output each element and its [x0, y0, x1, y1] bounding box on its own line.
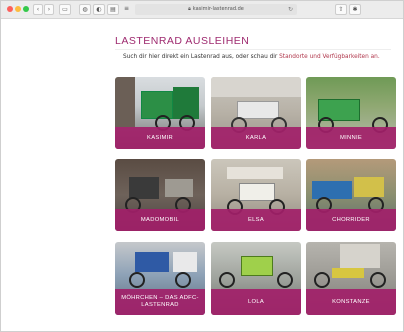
page-title: LASTENRAD AUSLEIHEN: [115, 35, 250, 47]
lock-icon: 🔒︎: [188, 6, 191, 12]
share-button[interactable]: ⇧: [335, 4, 347, 15]
bike-name: CHORRIDER: [332, 216, 370, 223]
address-text: kasimir-lastenrad.de: [192, 6, 244, 12]
bike-card-karla[interactable]: KARLA: [211, 77, 301, 149]
bike-name: KASIMIR: [147, 134, 173, 141]
chevron-right-icon: ›: [47, 6, 51, 13]
card-icon: ▤: [110, 6, 116, 13]
bike-card-madomobil[interactable]: MADOMOBIL: [115, 159, 205, 231]
extension-button[interactable]: ◐: [93, 4, 105, 15]
sidebar-icon: ▭: [62, 6, 68, 13]
privacy-button[interactable]: ◍: [79, 4, 91, 15]
bike-name: KARLA: [245, 134, 267, 141]
back-button[interactable]: ‹: [33, 4, 43, 15]
bike-name: ELSA: [247, 216, 265, 223]
address-bar[interactable]: 🔒︎ kasimir-lastenrad.de ↻: [135, 4, 297, 15]
intro-text: Such dir hier direkt ein Lastenrad aus, …: [123, 54, 278, 60]
reader-button[interactable]: ≡: [121, 4, 132, 15]
close-window-button[interactable]: [7, 6, 13, 12]
extension-button-2[interactable]: ▤: [107, 4, 119, 15]
bike-name: MADOMOBIL: [140, 216, 180, 223]
reload-icon[interactable]: ↻: [288, 4, 293, 15]
bike-name: LOLA: [247, 298, 265, 305]
gear-icon: ✱: [352, 6, 358, 13]
bike-card-chorrider[interactable]: CHORRIDER: [306, 159, 396, 231]
sidebar-button[interactable]: ▭: [59, 4, 71, 15]
bike-name: MINNIE: [339, 134, 363, 141]
bike-card-elsa[interactable]: ELSA: [211, 159, 301, 231]
zoom-window-button[interactable]: [23, 6, 29, 12]
bike-card-konstanze[interactable]: KONSTANZE: [306, 242, 396, 315]
intro-paragraph: Such dir hier direkt ein Lastenrad aus, …: [123, 54, 393, 60]
bike-card-minnie[interactable]: MINNIE: [306, 77, 396, 149]
minimize-window-button[interactable]: [15, 6, 21, 12]
reader-lines-icon: ≡: [123, 5, 130, 12]
browser-window: ‹ › ▭ ◍ ◐ ▤ ≡ 🔒︎ kasimir-lastenrad.de ↻ ⇧…: [0, 0, 404, 332]
half-moon-icon: ◐: [96, 6, 102, 13]
browser-toolbar: ‹ › ▭ ◍ ◐ ▤ ≡ 🔒︎ kasimir-lastenrad.de ↻ ⇧…: [1, 1, 403, 19]
title-divider: [115, 49, 391, 50]
forward-button[interactable]: ›: [44, 4, 54, 15]
locations-link[interactable]: Standorte und Verfügbarkeiten an.: [279, 54, 380, 60]
info-icon: ◍: [82, 6, 88, 13]
bike-name: MÖHRCHEN – DAS ADFC-LASTENRAD: [121, 295, 199, 308]
extension-gear-button[interactable]: ✱: [349, 4, 361, 15]
chevron-left-icon: ‹: [36, 6, 40, 13]
bike-name: KONSTANZE: [332, 298, 370, 305]
share-icon: ⇧: [338, 6, 344, 13]
bike-card-moehrchen[interactable]: MÖHRCHEN – DAS ADFC-LASTENRAD: [115, 242, 205, 315]
bike-card-lola[interactable]: LOLA: [211, 242, 301, 315]
bike-card-kasimir[interactable]: KASIMIR: [115, 77, 205, 149]
